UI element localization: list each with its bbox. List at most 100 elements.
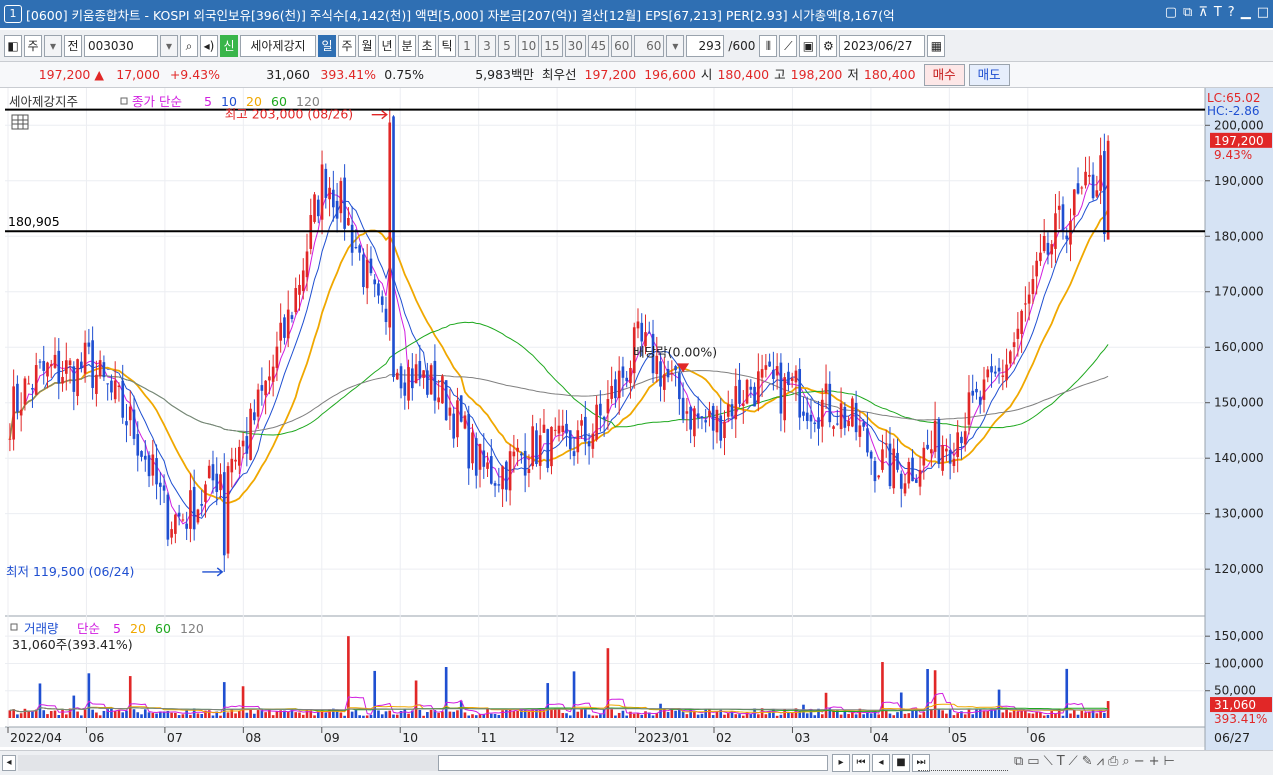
- code-dropdown-icon[interactable]: ▾: [160, 34, 178, 57]
- font-icon[interactable]: T: [1214, 5, 1222, 20]
- volume-bar: [1016, 711, 1020, 718]
- draw-tool-icon[interactable]: ⟋: [779, 34, 798, 57]
- period-select[interactable]: 주: [24, 34, 42, 57]
- minute-30-button[interactable]: 30: [564, 34, 586, 57]
- speaker-icon[interactable]: ◂): [200, 34, 218, 57]
- date-input[interactable]: 2023/06/27: [839, 34, 926, 57]
- candle-body: [489, 456, 493, 484]
- candle-type-icon[interactable]: ⫴: [759, 34, 778, 57]
- volume-bar: [922, 712, 926, 718]
- window-icon[interactable]: ▭: [1027, 754, 1039, 769]
- candle-body: [320, 164, 324, 220]
- help-icon[interactable]: ?: [1228, 5, 1235, 20]
- minute-60-button[interactable]: 60: [611, 34, 633, 57]
- data-count-input[interactable]: 293: [686, 34, 725, 57]
- interval-year-tab[interactable]: 년: [378, 34, 396, 57]
- pencil-icon[interactable]: ✎: [1082, 754, 1093, 769]
- volume-bar: [113, 710, 117, 718]
- zoom-out-icon[interactable]: −: [1134, 754, 1145, 769]
- stop-icon[interactable]: ■: [892, 754, 910, 772]
- pin-icon[interactable]: ⊼: [1198, 5, 1208, 20]
- volume-bar: [516, 710, 519, 718]
- minute-45-button[interactable]: 45: [587, 34, 610, 57]
- line-tool-icon[interactable]: ⟍: [1044, 754, 1053, 769]
- maximize-icon[interactable]: □: [1257, 5, 1269, 20]
- candle-body: [388, 122, 392, 328]
- minute-3-button[interactable]: 3: [478, 34, 496, 57]
- buy-button[interactable]: 매수: [923, 63, 965, 86]
- scroll-track[interactable]: [18, 755, 438, 771]
- candle-body: [839, 403, 843, 430]
- candle-body: [426, 370, 429, 395]
- window-restore-icon[interactable]: ▢: [1165, 5, 1177, 20]
- interval-day-tab[interactable]: 일: [318, 34, 336, 57]
- volume-bar: [452, 711, 456, 718]
- jeon-button[interactable]: 전: [64, 34, 82, 57]
- minute-5-button[interactable]: 5: [498, 34, 516, 57]
- table-toggle-icon[interactable]: [11, 114, 29, 130]
- scroll-right-icon[interactable]: ▸: [832, 754, 850, 772]
- window-index-badge[interactable]: 1: [4, 5, 22, 23]
- period-dropdown-icon[interactable]: ▾: [44, 34, 62, 57]
- rewind-icon[interactable]: ⏮: [852, 754, 870, 772]
- interval-second-tab[interactable]: 초: [418, 34, 436, 57]
- volume-bar: [884, 710, 888, 718]
- candle-body: [166, 494, 170, 540]
- interval-week-tab[interactable]: 주: [338, 34, 356, 57]
- candle-body: [501, 466, 504, 490]
- minute-1-button[interactable]: 1: [458, 34, 476, 57]
- volume-bar: [986, 710, 990, 718]
- stock-code-input[interactable]: 003030: [84, 34, 158, 57]
- chart-scrollbar[interactable]: ◂ ▸ ⏮ ◂ ■ ⏭ ⧉ ▭ ⟍ T ⟋ ✎ ⩘ ⎙ ⌕ − + ⊢: [0, 750, 1273, 775]
- candle-body: [666, 368, 670, 378]
- window-tile-icon[interactable]: ⧉: [1183, 5, 1192, 20]
- minute-10-button[interactable]: 10: [518, 34, 540, 57]
- interval-tick-tab[interactable]: 틱: [438, 34, 456, 57]
- candle-body: [888, 443, 892, 487]
- volume-bar: [57, 715, 61, 718]
- volume-bar: [222, 682, 226, 718]
- interval-combo[interactable]: 60: [634, 34, 665, 57]
- volume-bar: [1061, 715, 1065, 718]
- volume-bar: [1080, 710, 1084, 718]
- interval-minute-tab[interactable]: 분: [398, 34, 416, 57]
- candle-body: [591, 433, 595, 449]
- candle-body: [350, 224, 354, 253]
- play-back-icon[interactable]: ◂: [872, 754, 890, 772]
- volume-bar: [245, 712, 249, 718]
- interval-month-tab[interactable]: 월: [358, 34, 376, 57]
- text-tool-icon[interactable]: T: [1057, 754, 1065, 769]
- minute-15-button[interactable]: 15: [541, 34, 563, 57]
- interval-combo-dropdown-icon[interactable]: ▾: [666, 34, 685, 57]
- candle-body: [192, 486, 196, 530]
- zoom-ruler[interactable]: [918, 755, 1008, 771]
- fit-icon[interactable]: ⊢: [1164, 754, 1175, 769]
- scroll-thumb[interactable]: [438, 755, 828, 771]
- zoom-in-icon[interactable]: +: [1149, 754, 1160, 769]
- volume-bar: [497, 714, 501, 718]
- candle-body: [241, 440, 245, 447]
- candle-body: [757, 371, 760, 404]
- candle-body: [264, 380, 267, 396]
- settings-gear-icon[interactable]: ⚙: [819, 34, 838, 57]
- calendar-icon[interactable]: ▦: [927, 34, 946, 57]
- candle-body: [1069, 221, 1072, 245]
- candle-body: [237, 446, 241, 466]
- copy-icon[interactable]: ⧉: [1014, 754, 1023, 769]
- search-icon[interactable]: ⌕: [180, 34, 198, 57]
- sell-button[interactable]: 매도: [968, 63, 1010, 86]
- minimize-icon[interactable]: ▁: [1241, 5, 1251, 20]
- candle-body: [531, 426, 534, 467]
- zoom-search-icon[interactable]: ⌕: [1122, 754, 1129, 769]
- save-icon[interactable]: ▣: [799, 34, 818, 57]
- candle-body: [877, 475, 881, 478]
- trend-tool-icon[interactable]: ⟋: [1069, 754, 1078, 769]
- volume-bar: [264, 712, 267, 718]
- stock-chart[interactable]: 200,000 190,000 180,000 170,000 160,000 150,0…: [0, 88, 1273, 750]
- print-icon[interactable]: ⎙: [1108, 754, 1118, 769]
- layout-icon[interactable]: ◧: [4, 34, 22, 57]
- price-tick-label: 190,000: [1214, 174, 1264, 188]
- fibonacci-icon[interactable]: ⩘: [1097, 754, 1104, 769]
- candle-body: [1072, 189, 1076, 216]
- scroll-left-icon[interactable]: ◂: [2, 755, 16, 771]
